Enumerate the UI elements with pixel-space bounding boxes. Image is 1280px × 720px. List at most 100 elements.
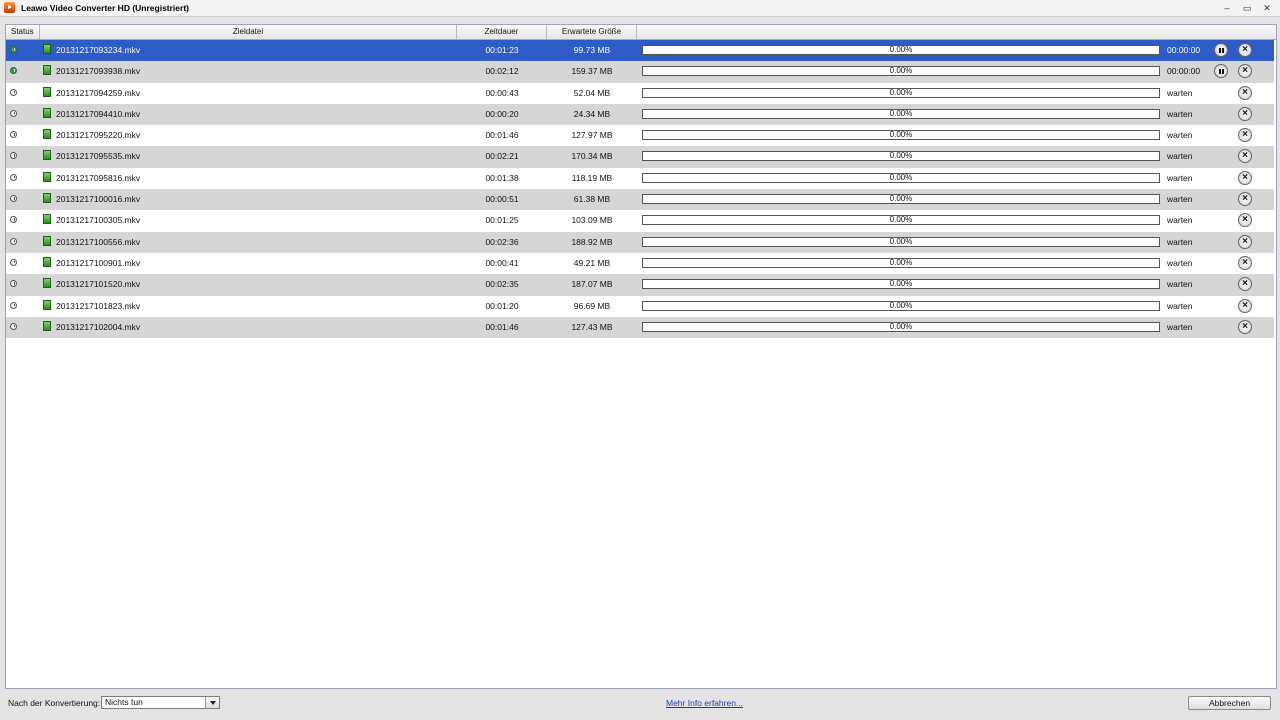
table-row[interactable]: 20131217095816.mkv 00:01:38 118.19 MB 0.00%…	[6, 167, 1274, 190]
close-icon[interactable]: ×	[1238, 298, 1252, 313]
file-name: 20131217093938.mkv	[56, 66, 141, 77]
file-name: 20131217093234.mkv	[56, 45, 141, 55]
conversion-list: Status Zieldatei Zeitdauer Erwartete Grö…	[5, 24, 1277, 689]
after-conversion-label: Nach der Konvertierung:	[8, 698, 101, 708]
progress-text: 0.00%	[889, 66, 913, 76]
close-icon[interactable]: ×	[1238, 277, 1252, 292]
row-status: warten	[1167, 108, 1193, 119]
window-title: Leawo Video Converter HD (Unregistriert)	[21, 3, 189, 13]
clock-icon	[10, 152, 17, 160]
minimize-button[interactable]: –	[1220, 2, 1234, 14]
video-file-icon	[43, 214, 51, 225]
duration: 00:00:41	[485, 257, 519, 268]
progress-text: 0.00%	[889, 257, 913, 267]
footer-bar: Nach der Konvertierung: Nichts tun Mehr …	[0, 692, 1280, 720]
file-name: 20131217100305.mkv	[56, 215, 141, 226]
progress-text: 0.00%	[889, 236, 913, 246]
progress-bar: 0.00%	[642, 236, 1160, 247]
close-icon[interactable]: ×	[1238, 149, 1252, 164]
close-icon[interactable]: ×	[1238, 106, 1252, 121]
pause-icon[interactable]	[1214, 64, 1228, 79]
file-name: 20131217095816.mkv	[56, 172, 141, 183]
table-row[interactable]: 20131217100556.mkv 00:02:36 188.92 MB 0.00%…	[6, 231, 1274, 253]
close-icon[interactable]: ×	[1238, 234, 1252, 249]
table-row[interactable]: 20131217101520.mkv 00:02:35 187.07 MB 0.00%…	[6, 274, 1274, 296]
table-row[interactable]: 20131217094410.mkv 00:00:20 24.34 MB 0.00% w…	[6, 103, 1274, 126]
progress-bar: 0.00%	[642, 215, 1160, 226]
close-icon[interactable]: ×	[1238, 128, 1252, 143]
video-file-icon	[43, 299, 51, 310]
close-icon[interactable]: ×	[1238, 43, 1252, 57]
video-file-icon	[43, 44, 51, 54]
row-status: 00:00:00	[1167, 66, 1201, 77]
video-file-icon	[43, 256, 51, 267]
video-file-icon	[43, 235, 51, 246]
close-window-button[interactable]: ✕	[1260, 2, 1274, 14]
maximize-button[interactable]: ▭	[1240, 2, 1254, 14]
table-row[interactable]: 20131217102004.mkv 00:01:46 127.43 MB 0.00%…	[6, 316, 1274, 339]
cancel-button[interactable]: Abbrechen	[1188, 696, 1271, 710]
duration: 00:02:21	[485, 151, 519, 162]
column-header-groesse[interactable]: Erwartete Größe	[547, 25, 637, 39]
progress-text: 0.00%	[889, 215, 913, 225]
column-header-progress	[637, 25, 1276, 39]
clock-icon	[10, 301, 17, 309]
expected-size: 52.04 MB	[573, 87, 611, 98]
duration: 00:01:25	[485, 215, 519, 226]
table-row[interactable]: 20131217093234.mkv 00:01:23 99.73 MB 0.00% 0…	[6, 40, 1274, 62]
row-status: warten	[1167, 215, 1193, 226]
close-icon[interactable]: ×	[1238, 319, 1252, 334]
clock-icon	[10, 237, 17, 245]
column-header-status[interactable]: Status	[6, 25, 40, 39]
row-status: warten	[1167, 151, 1193, 162]
video-file-icon	[43, 278, 51, 289]
row-status: warten	[1167, 172, 1193, 183]
expected-size: 127.97 MB	[571, 130, 613, 141]
after-conversion-select[interactable]: Nichts tun	[101, 696, 220, 709]
close-icon[interactable]: ×	[1238, 85, 1252, 100]
progress-bar: 0.00%	[642, 300, 1160, 311]
table-row[interactable]: 20131217100305.mkv 00:01:25 103.09 MB 0.00%…	[6, 210, 1274, 232]
expected-size: 170.34 MB	[571, 151, 613, 162]
after-conversion-value: Nichts tun	[105, 697, 143, 707]
expected-size: 99.73 MB	[573, 45, 611, 55]
close-icon[interactable]: ×	[1238, 213, 1252, 228]
pause-icon[interactable]	[1214, 43, 1228, 57]
file-name: 20131217102004.mkv	[56, 321, 141, 332]
column-header-zeitdauer[interactable]: Zeitdauer	[457, 25, 547, 39]
table-row[interactable]: 20131217095220.mkv 00:01:46 127.97 MB 0.00%…	[6, 125, 1274, 147]
close-icon[interactable]: ×	[1238, 255, 1252, 270]
column-header-zieldatei[interactable]: Zieldatei	[40, 25, 457, 39]
row-status: warten	[1167, 321, 1193, 332]
table-row[interactable]: 20131217093938.mkv 00:02:12 159.37 MB 0.00%…	[6, 61, 1274, 83]
close-icon[interactable]: ×	[1238, 64, 1252, 79]
duration: 00:01:46	[485, 130, 519, 141]
progress-bar: 0.00%	[642, 45, 1160, 55]
file-name: 20131217100016.mkv	[56, 194, 141, 205]
progress-bar: 0.00%	[642, 108, 1160, 119]
close-icon[interactable]: ×	[1238, 192, 1252, 207]
clock-icon	[10, 216, 17, 224]
chevron-down-icon[interactable]	[205, 697, 219, 708]
file-name: 20131217094410.mkv	[56, 108, 141, 119]
table-row[interactable]: 20131217101823.mkv 00:01:20 96.69 MB 0.00% w…	[6, 295, 1274, 317]
table-row[interactable]: 20131217094259.mkv 00:00:43 52.04 MB 0.00% w…	[6, 82, 1274, 104]
table-row[interactable]: 20131217095535.mkv 00:02:21 170.34 MB 0.00%…	[6, 146, 1274, 168]
table-row[interactable]: 20131217100016.mkv 00:00:51 61.38 MB 0.00% w…	[6, 189, 1274, 211]
more-info-link[interactable]: Mehr Info erfahren...	[666, 698, 743, 708]
expected-size: 188.92 MB	[571, 236, 613, 247]
close-icon[interactable]: ×	[1238, 170, 1252, 185]
video-file-icon	[43, 107, 51, 118]
clock-icon	[10, 88, 17, 96]
row-status: warten	[1167, 87, 1193, 98]
table-body: 20131217093234.mkv 00:01:23 99.73 MB 0.00% 0…	[6, 40, 1276, 339]
progress-bar: 0.00%	[642, 194, 1160, 205]
expected-size: 127.43 MB	[571, 321, 613, 332]
progress-text: 0.00%	[889, 108, 913, 118]
clock-icon	[10, 195, 17, 203]
file-name: 20131217101823.mkv	[56, 300, 141, 311]
row-status: warten	[1167, 194, 1193, 205]
video-file-icon	[43, 150, 51, 161]
table-row[interactable]: 20131217100901.mkv 00:00:41 49.21 MB 0.00% w…	[6, 252, 1274, 275]
title-bar: Leawo Video Converter HD (Unregistriert)…	[0, 0, 1280, 17]
